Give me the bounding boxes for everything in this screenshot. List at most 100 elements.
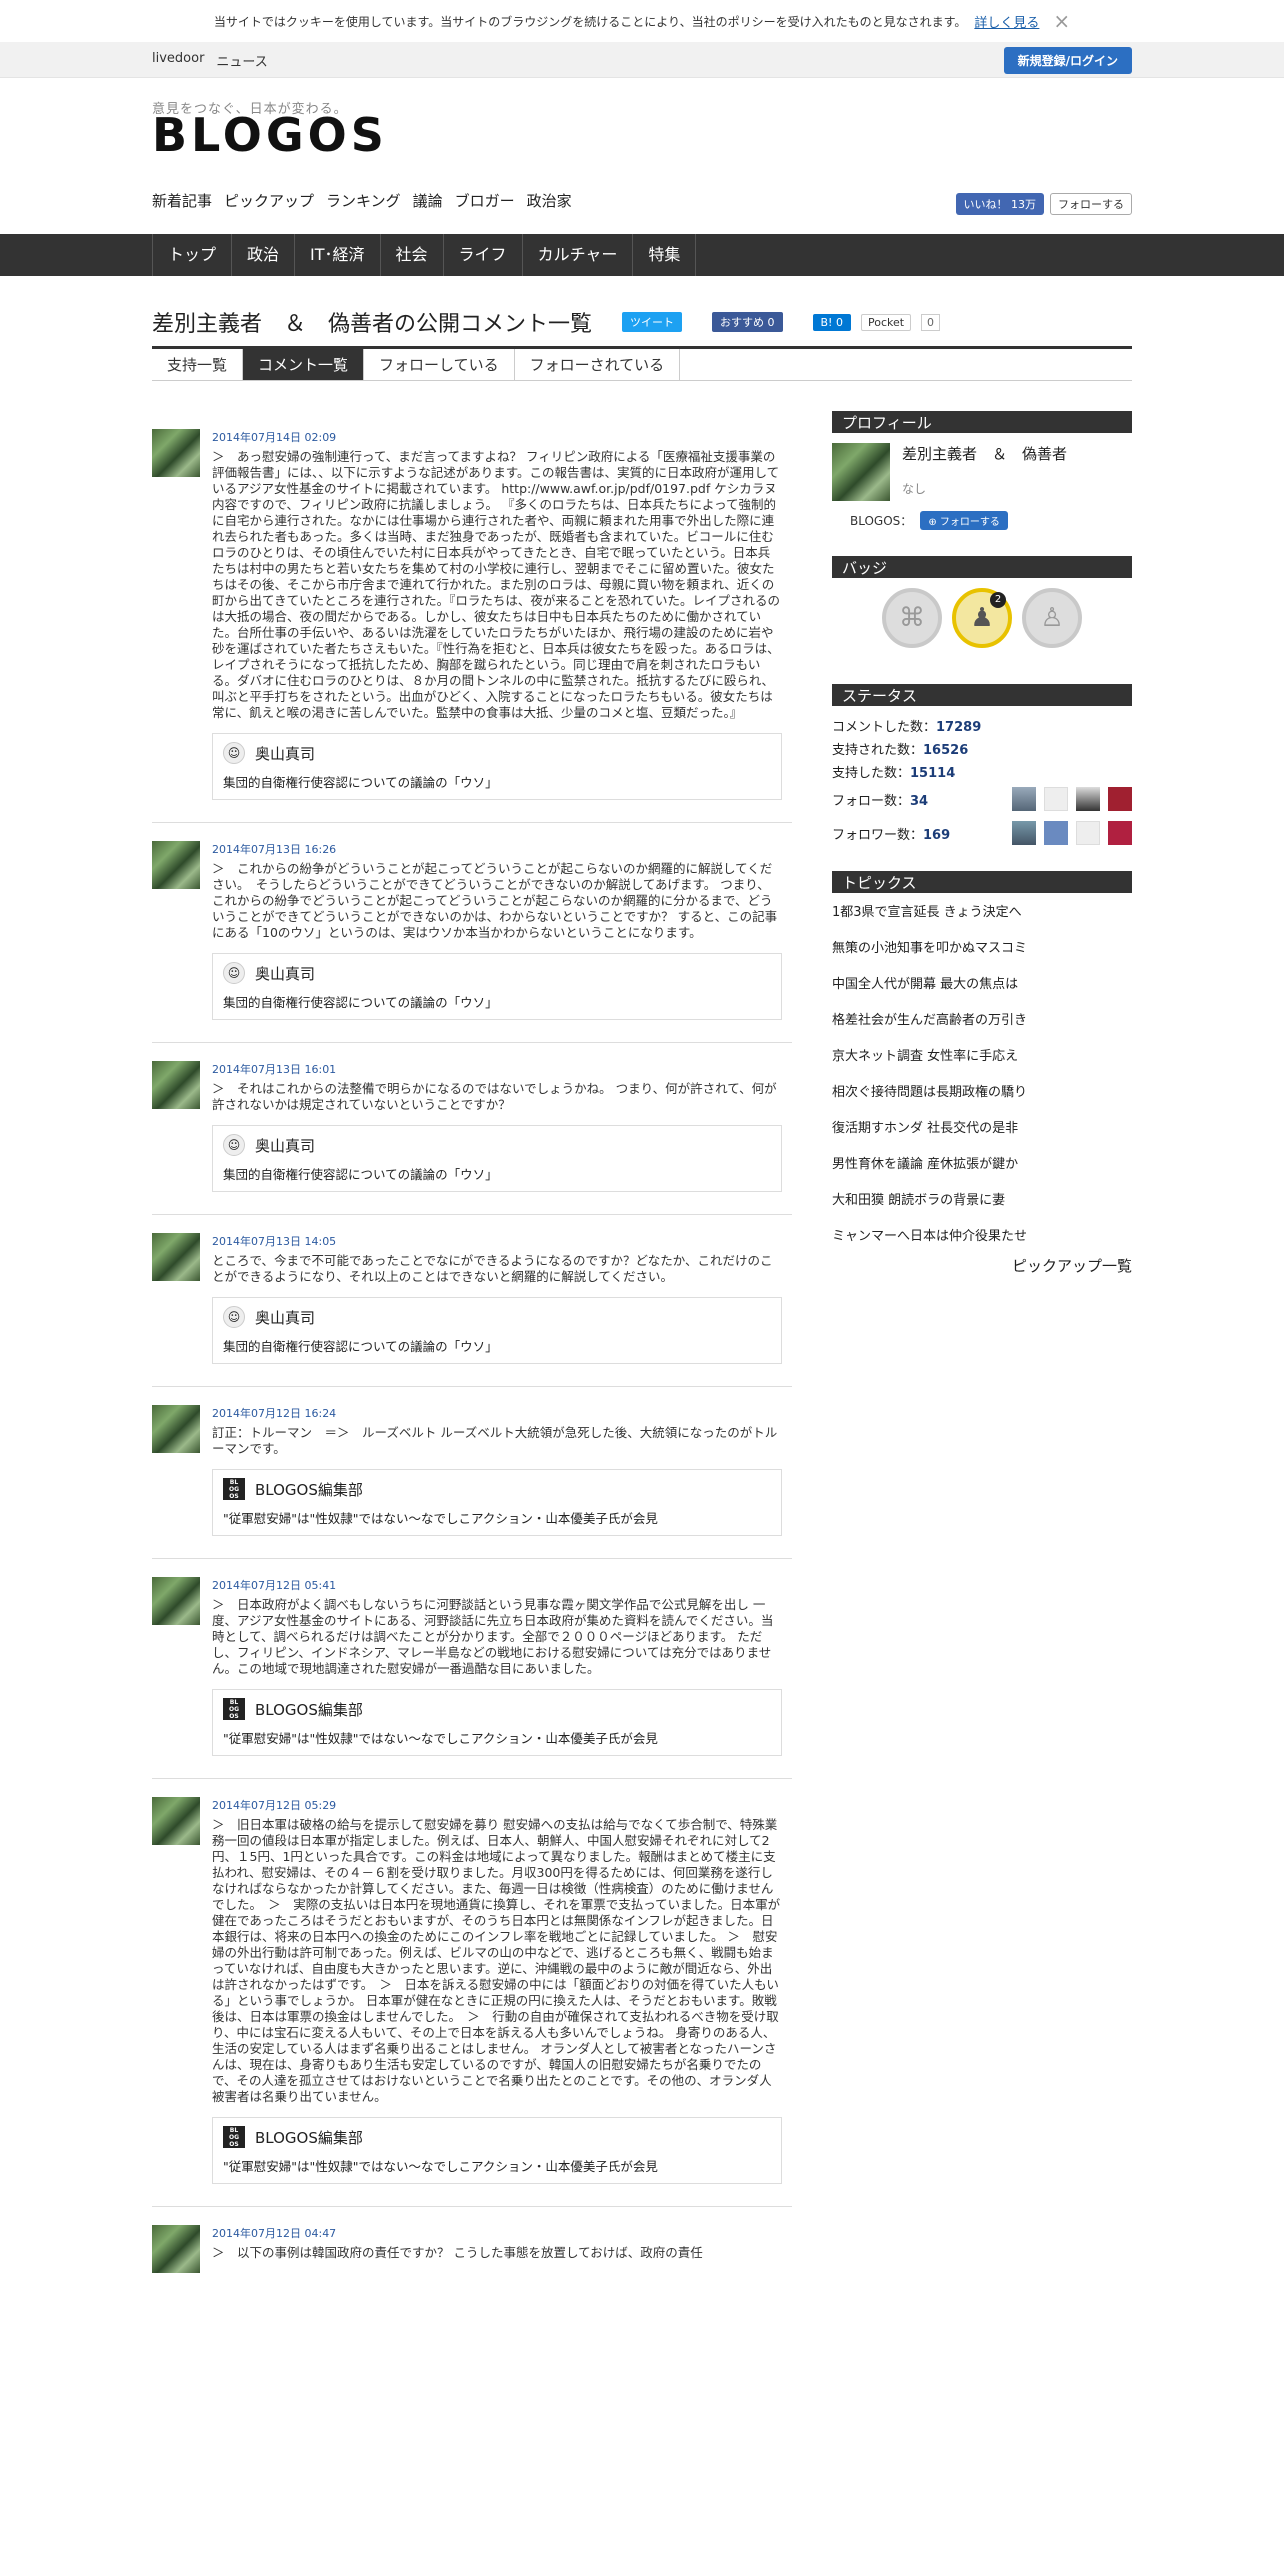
following-avatar[interactable] [1044, 787, 1068, 811]
tab-supports[interactable]: 支持一覧 [152, 349, 244, 380]
topic-link[interactable]: ミャンマーへ日本は仲介役果たせ [832, 1217, 1132, 1253]
following-avatar[interactable] [1108, 787, 1132, 811]
avatar[interactable] [152, 1797, 200, 1845]
blogos-icon: BL OG OS [223, 1698, 245, 1720]
nav-features[interactable]: 特集 [632, 234, 697, 276]
topic-link[interactable]: 1都3県で宣言延長 きょう決定へ [832, 893, 1132, 929]
topic-link[interactable]: 男性育休を議論 産休拡張が鍵か [832, 1145, 1132, 1181]
news-link[interactable]: ニュース [216, 51, 267, 70]
article-reference[interactable]: BL OG OS BLOGOS編集部 "従軍慰安婦"は"性奴隷"ではない〜なでしこアク… [212, 1469, 782, 1536]
topic-link[interactable]: 復活期すホンダ 社長交代の是非 [832, 1109, 1132, 1145]
avatar[interactable] [152, 1405, 200, 1453]
article-title[interactable]: 集団的自衛権行使容認についての議論の「ウソ」 [223, 992, 771, 1011]
cookie-banner: 当サイトではクッキーを使用しています。当サイトのブラウジングを続けることにより、… [0, 0, 1284, 42]
status-heading: ステータス [832, 684, 1132, 706]
comment-date[interactable]: 2014年07月13日 14:05 [212, 1233, 782, 1249]
follow-count[interactable]: 34 [910, 794, 928, 809]
pickup-list-link[interactable]: ピックアップ一覧 [832, 1255, 1132, 1276]
author-name[interactable]: 奥山真司 [255, 963, 315, 984]
facebook-share-button[interactable]: おすすめ 0 [712, 312, 783, 332]
tab-following[interactable]: フォローしている [364, 349, 515, 380]
avatar[interactable] [152, 1233, 200, 1281]
nav-politics[interactable]: 政治 [231, 234, 294, 276]
following-avatar[interactable] [1076, 787, 1100, 811]
nav-it-economy[interactable]: IT･経済 [294, 234, 380, 276]
avatar[interactable] [152, 429, 200, 477]
speaker-badge-icon[interactable]: ♟ 2 [952, 588, 1012, 648]
article-title[interactable]: 集団的自衛権行使容認についての議論の「ウソ」 [223, 772, 771, 791]
comment-date[interactable]: 2014年07月12日 05:41 [212, 1577, 782, 1593]
author-name[interactable]: BLOGOS編集部 [255, 1699, 363, 1720]
article-reference[interactable]: BL OG OS BLOGOS編集部 "従軍慰安婦"は"性奴隷"ではない〜なでしこアク… [212, 1689, 782, 1756]
livedoor-link[interactable]: livedoor [152, 51, 204, 70]
profile-description: なし [902, 482, 927, 496]
subnav-pickup[interactable]: ピックアップ [224, 190, 314, 211]
twitter-follow-button[interactable]: フォローする [1050, 193, 1132, 215]
subnav-politician[interactable]: 政治家 [527, 190, 572, 211]
subnav-blogger[interactable]: ブロガー [455, 190, 515, 211]
follow-count-label: フォロー数： [832, 793, 911, 809]
avatar[interactable] [152, 841, 200, 889]
comment-date[interactable]: 2014年07月12日 16:24 [212, 1405, 782, 1421]
comment-date[interactable]: 2014年07月13日 16:01 [212, 1061, 782, 1077]
article-reference[interactable]: ☺ 奥山真司 集団的自衛権行使容認についての議論の「ウソ」 [212, 1125, 782, 1192]
article-title[interactable]: 集団的自衛権行使容認についての議論の「ウソ」 [223, 1164, 771, 1183]
article-reference[interactable]: ☺ 奥山真司 集団的自衛権行使容認についての議論の「ウソ」 [212, 733, 782, 800]
avatar[interactable] [152, 1577, 200, 1625]
avatar[interactable] [152, 2225, 200, 2273]
cookie-details-link[interactable]: 詳しく見る [974, 12, 1039, 31]
follower-avatar[interactable] [1108, 821, 1132, 845]
follower-count[interactable]: 169 [923, 828, 950, 843]
nav-life[interactable]: ライフ [442, 234, 522, 276]
people-badge-icon[interactable]: ♙ [1022, 588, 1082, 648]
tab-followers[interactable]: フォローされている [515, 349, 681, 380]
topic-link[interactable]: 大和田獏 朗読ボラの背景に妻 [832, 1181, 1132, 1217]
login-button[interactable]: 新規登録/ログイン [1003, 46, 1132, 74]
comment-item: 2014年07月13日 16:01 ＞ それはこれからの法整備で明らかになるので… [152, 1043, 792, 1215]
follower-avatar[interactable] [1076, 821, 1100, 845]
article-title[interactable]: "従軍慰安婦"は"性奴隷"ではない〜なでしこアクション・山本優美子氏が会見 [223, 2156, 771, 2175]
binoculars-badge-icon[interactable]: ⌘ [882, 588, 942, 648]
pocket-button[interactable]: Pocket [860, 313, 912, 331]
avatar[interactable] [152, 1061, 200, 1109]
tweet-button[interactable]: ツイート [622, 312, 683, 332]
subnav-debate[interactable]: 議論 [413, 190, 443, 211]
article-title[interactable]: "従軍慰安婦"は"性奴隷"ではない〜なでしこアクション・山本優美子氏が会見 [223, 1728, 771, 1747]
author-name[interactable]: 奥山真司 [255, 743, 315, 764]
tab-comments[interactable]: コメント一覧 [243, 349, 365, 380]
person-icon: ☺ [223, 1134, 245, 1156]
article-reference[interactable]: BL OG OS BLOGOS編集部 "従軍慰安婦"は"性奴隷"ではない〜なでしこアク… [212, 2117, 782, 2184]
author-name[interactable]: 奥山真司 [255, 1135, 315, 1156]
nav-top[interactable]: トップ [152, 234, 231, 276]
follower-avatar[interactable] [1012, 821, 1036, 845]
blogos-logo[interactable]: BLOGOS [152, 108, 388, 162]
comment-date[interactable]: 2014年07月12日 05:29 [212, 1797, 782, 1813]
comment-text: ＞ 日本政府がよく調べもしないうちに河野談話という見事な霞ヶ関文学作品で公式見解… [212, 1597, 774, 1676]
article-reference[interactable]: ☺ 奥山真司 集団的自衛権行使容認についての議論の「ウソ」 [212, 1297, 782, 1364]
author-name[interactable]: BLOGOS編集部 [255, 1479, 363, 1500]
nav-culture[interactable]: カルチャー [521, 234, 633, 276]
article-reference[interactable]: ☺ 奥山真司 集団的自衛権行使容認についての議論の「ウソ」 [212, 953, 782, 1020]
comment-item: 2014年07月14日 02:09 ＞ あっ慰安婦の強制連行って、まだ言ってます… [152, 411, 792, 823]
article-title[interactable]: 集団的自衛権行使容認についての議論の「ウソ」 [223, 1336, 771, 1355]
close-icon[interactable]: × [1053, 9, 1070, 33]
facebook-like-button[interactable]: いいね！ 13万 [955, 193, 1044, 215]
topic-link[interactable]: 中国全人代が開幕 最大の焦点は [832, 965, 1132, 1001]
author-name[interactable]: BLOGOS編集部 [255, 2127, 363, 2148]
topic-link[interactable]: 無策の小池知事を叩かぬマスコミ [832, 929, 1132, 965]
topic-link[interactable]: 京大ネット調査 女性率に手応え [832, 1037, 1132, 1073]
article-title[interactable]: "従軍慰安婦"は"性奴隷"ではない〜なでしこアクション・山本優美子氏が会見 [223, 1508, 771, 1527]
subnav-ranking[interactable]: ランキング [326, 190, 401, 211]
following-avatar[interactable] [1012, 787, 1036, 811]
topic-link[interactable]: 相次ぐ接待問題は長期政権の驕り [832, 1073, 1132, 1109]
comment-date[interactable]: 2014年07月13日 16:26 [212, 841, 782, 857]
subnav-new[interactable]: 新着記事 [152, 190, 212, 211]
comment-date[interactable]: 2014年07月14日 02:09 [212, 429, 782, 445]
follower-avatar[interactable] [1044, 821, 1068, 845]
comment-date[interactable]: 2014年07月12日 04:47 [212, 2225, 782, 2241]
nav-society[interactable]: 社会 [379, 234, 443, 276]
hatena-bookmark-button[interactable]: B! 0 [812, 313, 851, 331]
author-name[interactable]: 奥山真司 [255, 1307, 315, 1328]
topic-link[interactable]: 格差社会が生んだ高齢者の万引き [832, 1001, 1132, 1037]
follow-button[interactable]: ⊕ フォローする [920, 511, 1008, 530]
